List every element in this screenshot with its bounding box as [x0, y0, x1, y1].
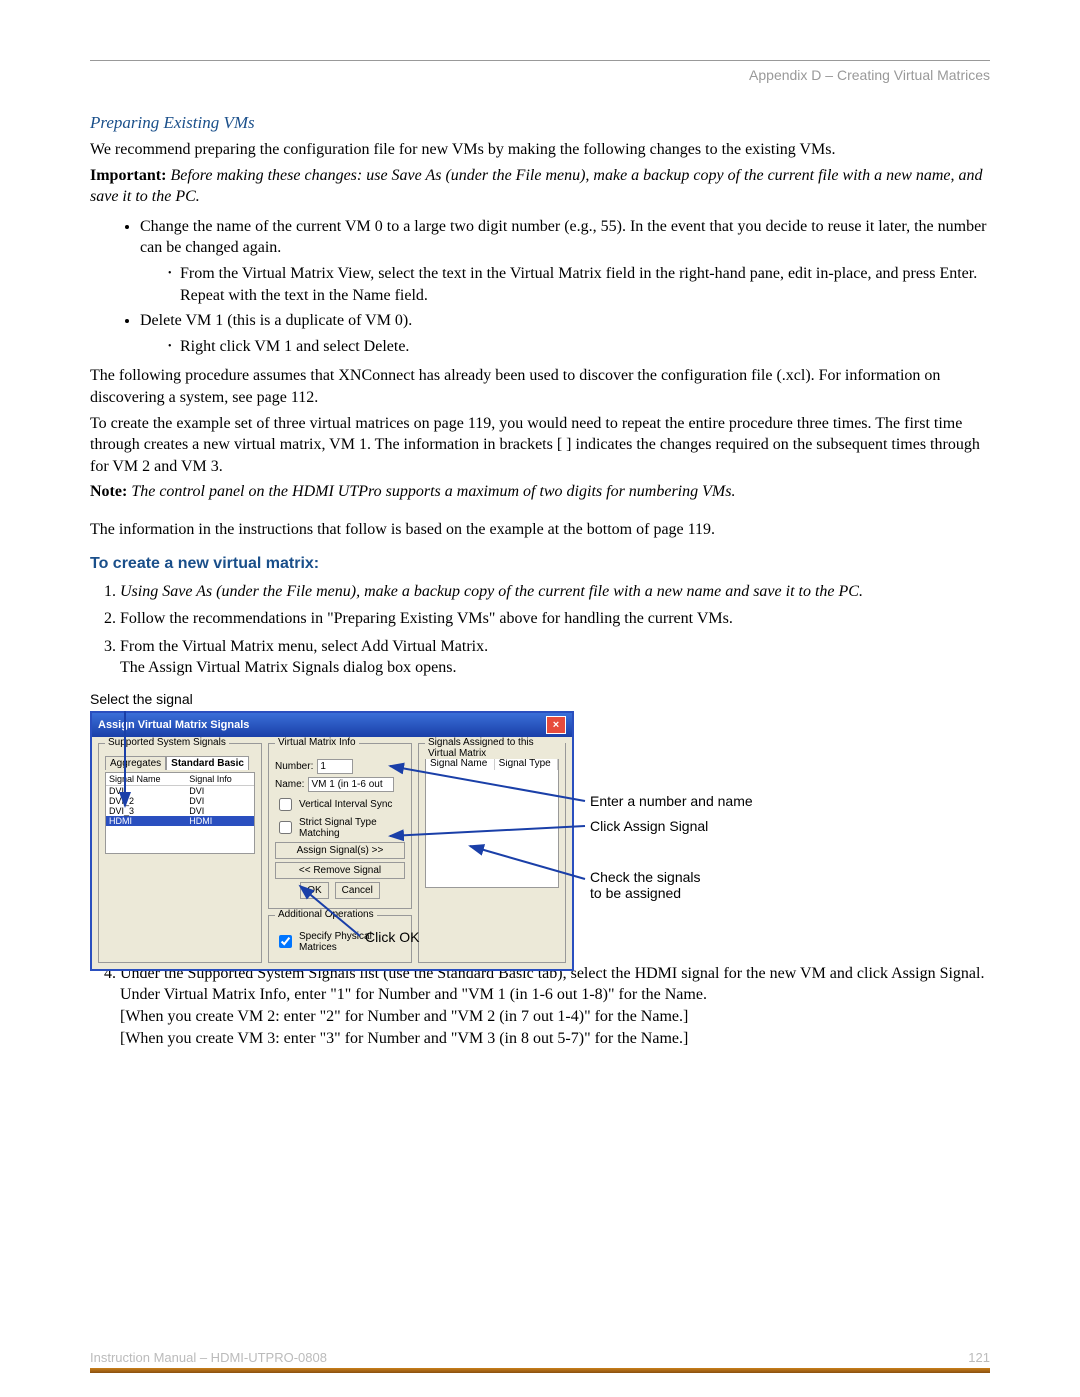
strict-checkbox[interactable]	[279, 821, 292, 834]
dialog-figure: Assign Virtual Matrix Signals × Supporte…	[90, 711, 990, 951]
step: From the Virtual Matrix menu, select Add…	[120, 636, 990, 679]
footer-rule	[90, 1368, 990, 1373]
heading-create: To create a new virtual matrix:	[90, 555, 990, 573]
page-header: Appendix D – Creating Virtual Matrices	[90, 67, 990, 83]
page-number: 121	[968, 1350, 990, 1365]
group-assigned-signals: Signals Assigned to this Virtual Matrix …	[418, 743, 566, 963]
tab-standard-basic[interactable]: Standard Basic	[166, 756, 249, 770]
callout: Click OK	[365, 929, 419, 945]
callout: Check the signalsto be assigned	[590, 869, 701, 901]
callout: Click Assign Signal	[590, 818, 708, 834]
dialog-title: Assign Virtual Matrix Signals	[98, 719, 249, 731]
name-field[interactable]	[308, 777, 394, 792]
assigned-list[interactable]: Signal NameSignal Type	[425, 756, 559, 888]
tab-aggregates[interactable]: Aggregates	[105, 756, 166, 770]
sub-bullet: Right click VM 1 and select Delete.	[168, 336, 990, 358]
group-supported-signals: Supported System Signals Aggregates Stan…	[98, 743, 262, 963]
number-field[interactable]	[317, 759, 353, 774]
cancel-button[interactable]: Cancel	[335, 882, 380, 899]
note: Note: The control panel on the HDMI UTPr…	[90, 481, 990, 503]
signal-list[interactable]: Signal NameSignal Info DVIDVI DVI_2DVI D…	[105, 772, 255, 854]
close-icon[interactable]: ×	[546, 716, 566, 734]
list-item-hdmi[interactable]: HDMIHDMI	[106, 816, 254, 826]
remove-signal-button[interactable]: << Remove Signal	[275, 862, 405, 879]
step: Follow the recommendations in "Preparing…	[120, 608, 990, 630]
spm-checkbox[interactable]	[279, 935, 292, 948]
paragraph: To create the example set of three virtu…	[90, 413, 990, 478]
callout: Enter a number and name	[590, 793, 753, 809]
group-vm-info: Virtual Matrix Info Number: Name: Vertic…	[268, 743, 412, 909]
label-select-signal: Select the signal	[90, 691, 990, 707]
assign-vm-signals-dialog: Assign Virtual Matrix Signals × Supporte…	[90, 711, 574, 971]
step: Using Save As (under the File menu), mak…	[120, 581, 990, 603]
heading-preparing: Preparing Existing VMs	[90, 113, 990, 133]
ok-button[interactable]: OK	[300, 882, 328, 899]
assign-signal-button[interactable]: Assign Signal(s) >>	[275, 842, 405, 859]
footer-left: Instruction Manual – HDMI-UTPRO-0808	[90, 1350, 327, 1365]
dialog-titlebar[interactable]: Assign Virtual Matrix Signals ×	[92, 713, 572, 737]
bullet: Change the name of the current VM 0 to a…	[140, 216, 990, 306]
important-note: Important: Before making these changes: …	[90, 165, 990, 208]
paragraph: The information in the instructions that…	[90, 519, 990, 541]
paragraph: We recommend preparing the configuration…	[90, 139, 990, 161]
vis-checkbox[interactable]	[279, 798, 292, 811]
bullet: Delete VM 1 (this is a duplicate of VM 0…	[140, 310, 990, 357]
step: Under the Supported System Signals list …	[120, 963, 990, 1049]
sub-bullet: From the Virtual Matrix View, select the…	[168, 263, 990, 306]
paragraph: The following procedure assumes that XNC…	[90, 365, 990, 408]
